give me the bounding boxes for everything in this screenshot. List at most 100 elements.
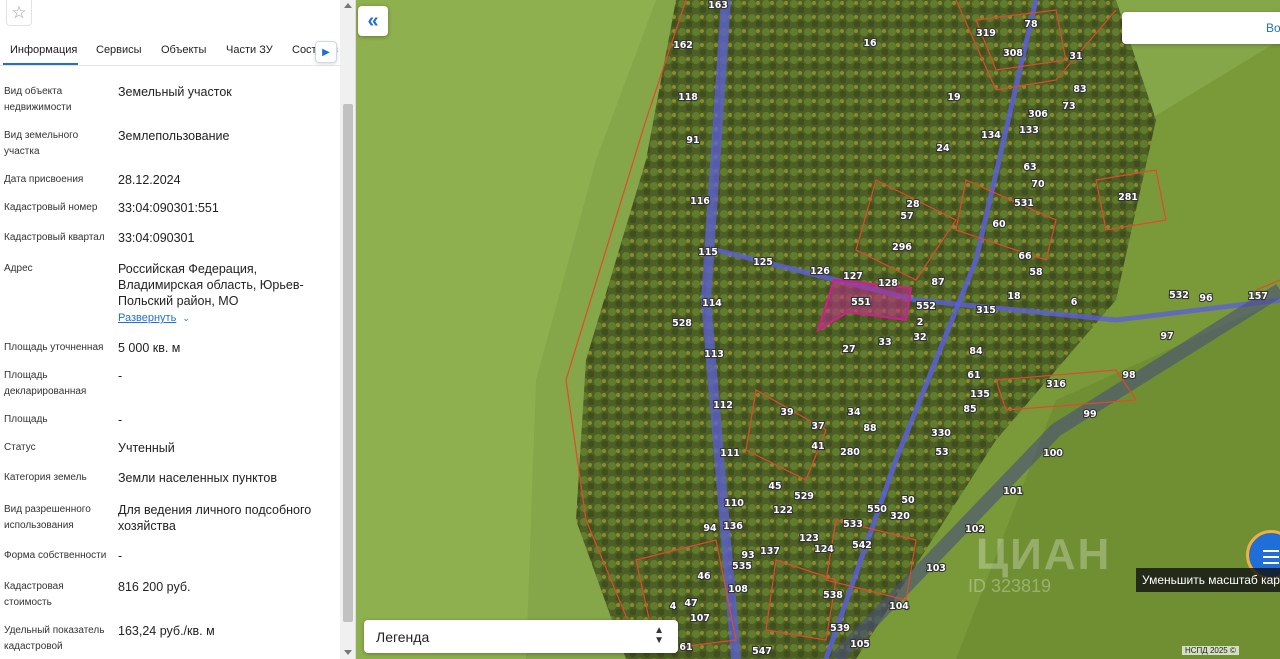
parcel-number-label[interactable]: 41 (810, 440, 825, 453)
parcel-number-label[interactable]: 84 (968, 345, 984, 358)
parcel-number-label[interactable]: 118 (677, 91, 699, 104)
parcel-number-label[interactable]: 97 (1159, 330, 1174, 343)
scroll-up-arrow-icon[interactable] (344, 3, 352, 8)
expand-address-link[interactable]: Развернуть ⌄ (118, 312, 190, 324)
parcel-number-label[interactable]: 105 (849, 638, 871, 651)
search-button[interactable]: Во (1122, 12, 1280, 44)
parcel-number-label[interactable]: 101 (1002, 485, 1024, 498)
tab-information[interactable]: Информация (10, 44, 77, 56)
favorite-star-icon[interactable]: ☆ (6, 0, 32, 26)
parcel-number-label[interactable]: 60 (991, 218, 1007, 231)
parcel-number-label[interactable]: 103 (925, 562, 947, 575)
parcel-number-label[interactable]: 32 (912, 331, 927, 344)
parcel-number-label[interactable]: 19 (946, 91, 961, 104)
parcel-number-label[interactable]: 104 (888, 600, 910, 613)
scroll-down-arrow-icon[interactable] (344, 650, 352, 655)
parcel-number-label[interactable]: 73 (1061, 100, 1076, 113)
parcel-number-label[interactable]: 88 (862, 422, 878, 435)
parcel-number-label[interactable]: 47 (683, 597, 698, 610)
parcel-number-label[interactable]: 93 (740, 549, 755, 562)
parcel-number-label[interactable]: 308 (1002, 47, 1024, 60)
parcel-number-label[interactable]: 18 (1006, 290, 1022, 303)
parcel-number-label[interactable]: 547 (751, 645, 773, 658)
parcel-number-label[interactable]: 58 (1028, 266, 1044, 279)
parcel-number-label[interactable]: 531 (1013, 197, 1035, 210)
parcel-number-label[interactable]: 122 (772, 504, 794, 517)
collapse-panel-button[interactable]: « (358, 6, 388, 36)
tab-composition[interactable]: Сост (292, 44, 317, 56)
parcel-number-label[interactable]: 16 (862, 37, 878, 50)
parcel-number-label[interactable]: 542 (851, 539, 873, 552)
parcel-number-label[interactable]: 45 (767, 480, 782, 493)
parcel-number-label[interactable]: 33 (877, 336, 892, 349)
parcel-number-label[interactable]: 550 (866, 503, 888, 516)
parcel-number-label[interactable]: 50 (900, 494, 916, 507)
parcel-number-label[interactable]: 532 (1168, 289, 1190, 302)
parcel-number-label[interactable]: 535 (731, 560, 753, 573)
parcel-number-label[interactable]: 528 (671, 317, 693, 330)
map-view[interactable]: 163 162 118 91 116 115 114 113 112 111 110 136 94 93 5… (356, 0, 1280, 659)
tab-parts[interactable]: Части ЗУ (226, 44, 273, 56)
parcel-number-label[interactable]: 116 (689, 195, 711, 208)
parcel-number-label[interactable]: 96 (1198, 292, 1214, 305)
parcel-number-label[interactable]: 2 (916, 316, 925, 329)
parcel-number-label[interactable]: 100 (1042, 447, 1064, 460)
parcel-number-label[interactable]: 57 (899, 210, 914, 223)
parcel-number-label[interactable]: 529 (793, 490, 815, 503)
parcel-number-label[interactable]: 91 (685, 134, 700, 147)
parcel-number-label[interactable]: 4 (669, 600, 678, 613)
parcel-number-label[interactable]: 280 (839, 446, 861, 459)
parcel-number-label[interactable]: 157 (1247, 290, 1269, 303)
parcel-number-label[interactable]: 28 (905, 198, 921, 211)
parcel-number-label[interactable]: 126 (809, 265, 831, 278)
parcel-number-label[interactable]: 110 (723, 497, 745, 510)
parcel-number-label[interactable]: 539 (829, 622, 851, 635)
parcel-number-label[interactable]: 85 (962, 403, 977, 416)
parcel-number-label[interactable]: 87 (930, 276, 945, 289)
parcel-number-label[interactable]: 39 (779, 406, 794, 419)
parcel-number-label[interactable]: 134 (980, 129, 1002, 142)
parcel-number-label[interactable]: 163 (707, 0, 729, 12)
parcel-number-label[interactable]: 63 (1022, 161, 1037, 174)
parcel-number-label[interactable]: 99 (1082, 408, 1097, 421)
parcel-number-label[interactable]: 133 (1018, 124, 1040, 137)
parcel-number-label[interactable]: 98 (1121, 369, 1137, 382)
parcel-number-label[interactable]: 135 (969, 388, 991, 401)
tab-services[interactable]: Сервисы (96, 44, 142, 56)
parcel-number-label[interactable]: 552 (915, 300, 937, 313)
parcel-number-label[interactable]: 316 (1045, 378, 1067, 391)
parcel-number-label[interactable]: 125 (752, 256, 774, 269)
parcel-number-label[interactable]: 46 (696, 570, 712, 583)
tabs-next-arrow-icon[interactable]: ▶ (315, 41, 337, 63)
parcel-number-label[interactable]: 551 (850, 296, 872, 309)
parcel-number-label[interactable]: 24 (935, 142, 951, 155)
parcel-number-label[interactable]: 53 (934, 446, 949, 459)
parcel-number-label[interactable]: 533 (842, 518, 864, 531)
parcel-number-label[interactable]: 137 (759, 545, 781, 558)
parcel-number-label[interactable]: 281 (1117, 191, 1139, 204)
parcel-number-label[interactable]: 27 (841, 343, 856, 356)
map-canvas[interactable]: 1631621189111611511411311211111013694935… (356, 0, 1280, 659)
parcel-number-label[interactable]: 296 (891, 241, 913, 254)
parcel-number-label[interactable]: 113 (703, 348, 725, 361)
parcel-number-label[interactable]: 31 (1068, 50, 1083, 63)
parcel-number-label[interactable]: 162 (672, 39, 694, 52)
parcel-number-label[interactable]: 112 (712, 399, 734, 412)
parcel-number-label[interactable]: 115 (697, 246, 719, 259)
legend-select[interactable]: Легенда ▲ ▼ (364, 620, 678, 653)
parcel-number-label[interactable]: 136 (722, 520, 744, 533)
parcel-number-label[interactable]: 94 (702, 522, 718, 535)
parcel-number-label[interactable]: 111 (719, 447, 741, 460)
parcel-number-label[interactable]: 330 (930, 427, 952, 440)
parcel-number-label[interactable]: 315 (975, 304, 997, 317)
tab-objects[interactable]: Объекты (161, 44, 206, 56)
parcel-number-label[interactable]: 37 (810, 420, 825, 433)
parcel-number-label[interactable]: 124 (813, 543, 835, 556)
parcel-number-label[interactable]: 61 (678, 641, 693, 654)
parcel-number-label[interactable]: 61 (966, 369, 981, 382)
scrollbar-thumb[interactable] (343, 104, 353, 622)
parcel-number-label[interactable]: 114 (701, 297, 723, 310)
parcel-number-label[interactable]: 6 (1070, 296, 1079, 309)
parcel-number-label[interactable]: 66 (1017, 250, 1033, 263)
parcel-number-label[interactable]: 538 (822, 589, 844, 602)
